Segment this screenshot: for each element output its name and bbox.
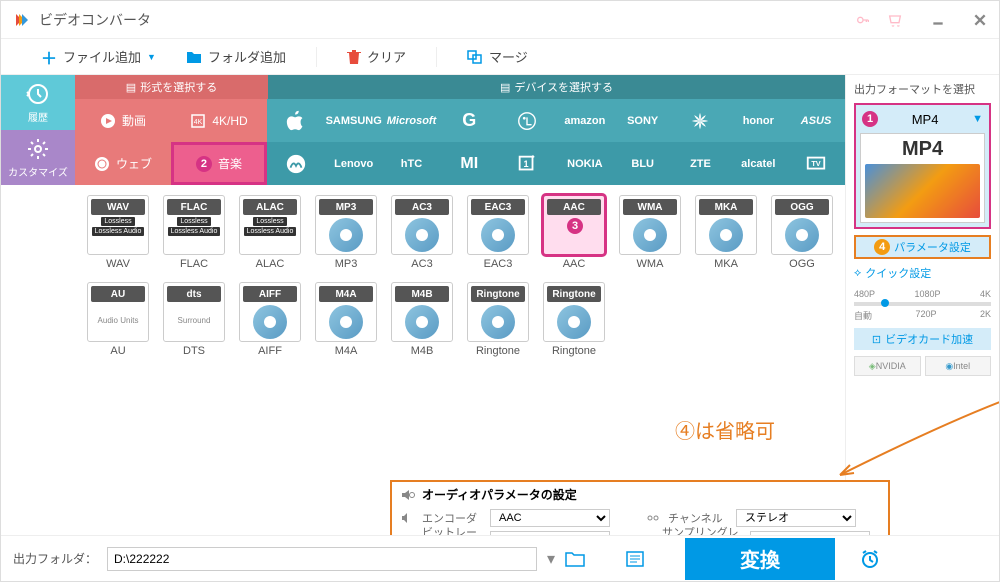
format-ringtone[interactable]: RingtoneRingtone <box>539 282 609 357</box>
brand-moto[interactable] <box>267 142 325 185</box>
brand-lenovo[interactable]: Lenovo <box>325 142 383 185</box>
sidebar-history[interactable]: 履歴 <box>1 75 75 130</box>
brand-asus[interactable]: ASUS <box>787 99 845 142</box>
brand-row-2: Lenovo hTC MI 1 NOKIA BLU ZTE alcatel TV <box>267 142 845 185</box>
tab-web[interactable]: ウェブ <box>75 142 171 185</box>
format-mp3[interactable]: MP3MP3 <box>311 195 381 270</box>
brand-alcatel[interactable]: alcatel <box>729 142 787 185</box>
alarm-icon[interactable] <box>859 548 881 570</box>
add-file-button[interactable]: ＋ファイル追加▼ <box>41 45 156 69</box>
edit-icon[interactable] <box>618 533 632 535</box>
brand-lg[interactable] <box>498 99 556 142</box>
format-aac[interactable]: AAC3AAC <box>539 195 609 270</box>
format-au[interactable]: AUAudio UnitsAU <box>83 282 153 357</box>
annotation-text: ④は省略可 <box>675 415 775 444</box>
step-4-badge: 4 <box>874 239 890 255</box>
sidebar-customize[interactable]: カスタマイズ <box>1 130 75 185</box>
key-icon[interactable] <box>855 12 871 28</box>
step-2-badge: 2 <box>196 156 212 172</box>
output-format-selector[interactable]: 1 MP4 ▼ MP4 <box>854 103 991 229</box>
format-flac[interactable]: FLACLosslessLossless AudioFLAC <box>159 195 229 270</box>
svg-text:TV: TV <box>811 158 820 167</box>
format-ringtone[interactable]: RingtoneRingtone <box>463 282 533 357</box>
samplerate-select[interactable]: 44100 Hz <box>750 531 870 535</box>
quality-slider[interactable] <box>854 302 991 306</box>
cart-icon[interactable] <box>887 12 903 28</box>
add-folder-button[interactable]: フォルダ追加 <box>186 47 286 66</box>
format-alac[interactable]: ALACLosslessLossless AudioALAC <box>235 195 305 270</box>
brand-row-1: SAMSUNG Microsoft G amazon SONY honor AS… <box>267 99 845 142</box>
brand-blu[interactable]: BLU <box>614 142 672 185</box>
step-1-badge: 1 <box>862 111 878 127</box>
output-dropdown-icon[interactable]: ▾ <box>547 549 555 569</box>
file-list-icon[interactable] <box>625 549 645 569</box>
brand-google[interactable]: G <box>440 99 498 142</box>
history-icon <box>26 82 50 106</box>
speaker-gear-icon <box>400 487 416 503</box>
brand-apple[interactable] <box>267 99 325 142</box>
svg-text:1: 1 <box>524 158 529 168</box>
clear-button[interactable]: クリア <box>347 47 406 66</box>
samplerate-icon <box>640 533 654 535</box>
minimize-icon[interactable] <box>931 13 945 27</box>
brand-tv[interactable]: TV <box>787 142 845 185</box>
brand-nokia[interactable]: NOKIA <box>556 142 614 185</box>
brand-samsung[interactable]: SAMSUNG <box>325 99 383 142</box>
convert-button[interactable]: 変換 <box>685 538 835 580</box>
format-thumbnail <box>865 164 980 218</box>
brand-mi[interactable]: MI <box>440 142 498 185</box>
encoder-select[interactable]: AAC <box>490 509 610 527</box>
quick-settings-title: ⟡クイック設定 <box>854 265 991 281</box>
format-aiff[interactable]: AIFFAIFF <box>235 282 305 357</box>
tab-4k[interactable]: 4K4K/HD <box>171 99 267 142</box>
close-icon[interactable] <box>973 13 987 27</box>
svg-text:4K: 4K <box>194 119 203 126</box>
channel-icon <box>646 511 660 525</box>
format-m4b[interactable]: M4BM4B <box>387 282 457 357</box>
brand-microsoft[interactable]: Microsoft <box>383 99 441 142</box>
output-folder-input[interactable] <box>107 547 537 571</box>
format-m4a[interactable]: M4AM4A <box>311 282 381 357</box>
output-format-title: 出力フォーマットを選択 <box>854 81 991 97</box>
brand-huawei[interactable] <box>672 99 730 142</box>
gear-icon <box>26 137 50 161</box>
merge-button[interactable]: マージ <box>467 47 528 66</box>
nvidia-chip: ◈NVIDIA <box>854 356 921 376</box>
step-3-badge: 3 <box>567 218 583 234</box>
device-header: ▤デバイスを選択する <box>268 75 845 99</box>
format-wav[interactable]: WAVLosslessLossless AudioWAV <box>83 195 153 270</box>
bitrate-icon <box>400 533 414 535</box>
bitrate-select[interactable]: 256 kbps <box>490 531 610 535</box>
audio-params-panel: オーディオパラメータの設定 エンコーダ AAC チャンネル ステレオ ビットレー… <box>390 480 890 535</box>
toolbar: ＋ファイル追加▼ フォルダ追加 クリア マージ <box>1 39 999 75</box>
format-dts[interactable]: dtsSurroundDTS <box>159 282 229 357</box>
titlebar: ビデオコンバータ <box>1 1 999 39</box>
output-folder-label: 出力フォルダ： <box>13 550 97 567</box>
brand-amazon[interactable]: amazon <box>556 99 614 142</box>
open-folder-icon[interactable] <box>565 549 585 569</box>
app-logo-icon <box>13 11 31 29</box>
brand-honor[interactable]: honor <box>729 99 787 142</box>
format-ac3[interactable]: AC3AC3 <box>387 195 457 270</box>
app-title: ビデオコンバータ <box>39 10 855 30</box>
format-ogg[interactable]: OGGOGG <box>767 195 837 270</box>
tab-video[interactable]: 動画 <box>75 99 171 142</box>
speaker-icon <box>400 511 414 525</box>
format-header: ▤形式を選択する <box>75 75 268 99</box>
intel-chip: ◉Intel <box>925 356 992 376</box>
brand-zte[interactable]: ZTE <box>672 142 730 185</box>
format-eac3[interactable]: EAC3EAC3 <box>463 195 533 270</box>
brand-oneplus[interactable]: 1 <box>498 142 556 185</box>
format-wma[interactable]: WMAWMA <box>615 195 685 270</box>
formats-grid: WAVLosslessLossless AudioWAVFLACLossless… <box>75 185 845 367</box>
brand-sony[interactable]: SONY <box>614 99 672 142</box>
gpu-accel-button[interactable]: ⊡ビデオカード加速 <box>854 328 991 350</box>
channel-select[interactable]: ステレオ <box>736 509 856 527</box>
param-settings-button[interactable]: 4 パラメータ設定 <box>854 235 991 259</box>
brand-htc[interactable]: hTC <box>383 142 441 185</box>
tab-music[interactable]: 2音楽 <box>171 142 267 185</box>
format-mka[interactable]: MKAMKA <box>691 195 761 270</box>
